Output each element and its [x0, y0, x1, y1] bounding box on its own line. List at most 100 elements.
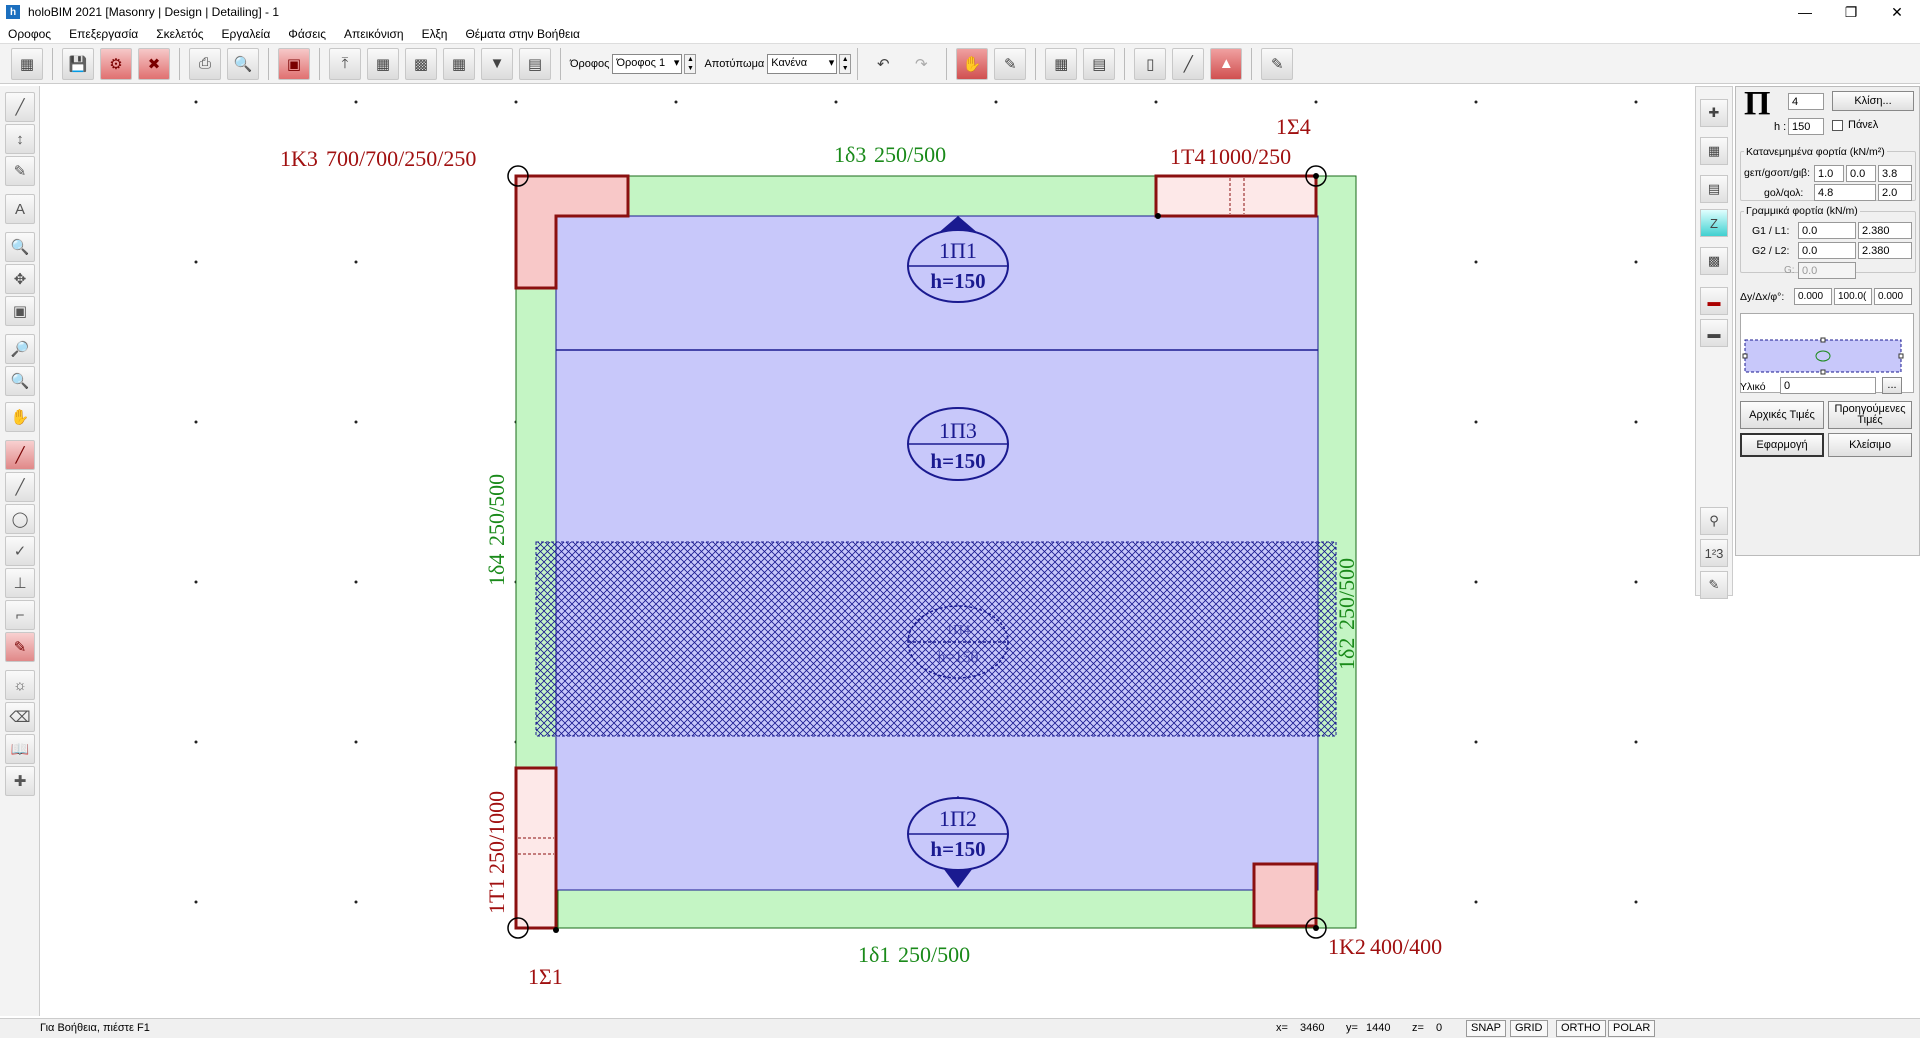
maximize-icon[interactable]: ❐ [1828, 0, 1874, 24]
pencil-icon[interactable]: ✎ [994, 47, 1027, 80]
column-1T1[interactable] [514, 766, 558, 930]
snap-corner-icon[interactable]: ⌐ [5, 600, 35, 630]
apply-button[interactable]: Εφαρμογή [1740, 433, 1824, 457]
g-ib-input[interactable]: 3.8 [1878, 165, 1912, 182]
eraser-icon[interactable]: ⌫ [5, 702, 35, 732]
h-input[interactable]: 150 [1788, 118, 1824, 135]
compact-icon[interactable]: ▬ [1700, 287, 1728, 315]
snap-toggle[interactable]: SNAP [1466, 1020, 1506, 1037]
building-icon[interactable]: ▦ [11, 47, 43, 80]
material-browse-button[interactable]: ... [1882, 377, 1902, 394]
previous-values-button[interactable]: Προηγούμενες Τιμές [1828, 401, 1912, 429]
snap-perpendicular-icon[interactable]: ⊥ [5, 568, 35, 598]
light-icon[interactable]: ☼ [5, 670, 35, 700]
g1-input[interactable]: 0.0 [1798, 222, 1856, 239]
redo-icon[interactable]: ↷ [905, 48, 937, 80]
slope-button[interactable]: Κλίση... [1832, 91, 1914, 111]
close-icon[interactable]: ✕ [1874, 0, 1920, 24]
paint-icon[interactable]: ✎ [1700, 571, 1728, 599]
material-input[interactable]: 0 [1780, 377, 1876, 394]
menu-edit[interactable]: Επεξεργασία [61, 27, 148, 41]
slab-hatch-icon[interactable]: ▩ [1700, 247, 1728, 275]
phi-input[interactable]: 0.000 [1874, 288, 1912, 305]
snap-center-icon[interactable]: ◯ [5, 504, 35, 534]
dimension-icon[interactable]: ↕ [5, 124, 35, 154]
zoom-window-icon[interactable]: 🔍 [5, 232, 35, 262]
menu-phases[interactable]: Φάσεις [280, 27, 336, 41]
snap-line-icon[interactable]: ╱ [5, 440, 35, 470]
l1-input[interactable]: 2.380 [1858, 222, 1912, 239]
floors-icon[interactable]: ▤ [1083, 47, 1116, 80]
dy-input[interactable]: 0.000 [1794, 288, 1832, 305]
grid-toggle[interactable]: GRID [1510, 1020, 1548, 1037]
polar-toggle[interactable]: POLAR [1608, 1020, 1656, 1037]
menu-tools[interactable]: Εργαλεία [214, 27, 281, 41]
draw-line-icon[interactable]: ╱ [5, 92, 35, 122]
beam-icon[interactable]: ╱ [1172, 47, 1205, 80]
move-icon[interactable]: ✚ [5, 766, 35, 796]
pin-icon[interactable]: ⚲ [1700, 507, 1728, 535]
drawing-canvas[interactable]: 1Π1 h=150 1Π3 h=150 1Π4 h=150 1Π2 h=150 … [40, 86, 1695, 1016]
elevation-icon[interactable]: ▤ [519, 47, 551, 80]
plan-view-icon[interactable]: ▣ [278, 47, 310, 80]
close-button[interactable]: Κλείσιμο [1828, 433, 1912, 457]
menu-frame[interactable]: Σκελετός [148, 27, 213, 41]
frame-icon[interactable]: ▦ [443, 47, 475, 80]
zoom-out-icon[interactable]: 🔍 [5, 366, 35, 396]
slab-z-icon[interactable]: Z [1700, 209, 1728, 237]
g-ol-input[interactable]: 4.8 [1814, 184, 1876, 201]
print-preview-icon[interactable]: 🔍 [227, 47, 259, 80]
column-icon[interactable]: ▯ [1134, 47, 1167, 80]
panel-checkbox[interactable] [1832, 119, 1843, 131]
slab-edge-icon[interactable]: ▤ [1700, 175, 1728, 203]
l2-input[interactable]: 2.380 [1858, 242, 1912, 259]
slab-selected-hatch[interactable] [535, 541, 1337, 737]
column-1K2[interactable] [1252, 862, 1318, 928]
menu-view[interactable]: Απεικόνιση [336, 27, 414, 41]
dx-input[interactable]: 100.0( [1834, 288, 1872, 305]
slab-number-input[interactable]: 4 [1788, 93, 1824, 110]
book-icon[interactable]: 📖 [5, 734, 35, 764]
grid-add-icon[interactable]: ▦ [1700, 137, 1728, 165]
snap-midpoint-icon[interactable]: ╱ [5, 472, 35, 502]
imprint-select[interactable]: Κανένα [767, 53, 838, 74]
initial-values-button[interactable]: Αρχικές Τιμές [1740, 401, 1824, 429]
numbering-icon[interactable]: 1²3 [1700, 539, 1728, 567]
q-ol-input[interactable]: 2.0 [1878, 184, 1912, 201]
foundation-icon[interactable]: ▩ [405, 47, 437, 80]
undo-icon[interactable]: ↶ [867, 48, 899, 80]
slab-icon[interactable]: ▲ [1210, 47, 1243, 80]
3d-building-icon[interactable]: ▦ [1045, 47, 1078, 80]
select-hand-icon[interactable]: ✋ [956, 47, 989, 80]
snap-nearest-icon[interactable]: ✎ [5, 632, 35, 662]
g-sop-input[interactable]: 0.0 [1846, 165, 1876, 182]
edit-line-icon[interactable]: ✎ [5, 156, 35, 186]
pan-icon[interactable]: ✥ [5, 264, 35, 294]
settings-icon[interactable]: ⚙ [100, 47, 132, 80]
g-ep-input[interactable]: 1.0 [1814, 165, 1844, 182]
zoom-extents-icon[interactable]: ▣ [5, 296, 35, 326]
g-input[interactable]: 0.0 [1798, 262, 1856, 279]
stairs-icon[interactable]: ✎ [1261, 47, 1294, 80]
print-icon[interactable]: ⎙ [189, 47, 221, 80]
g2-input[interactable]: 0.0 [1798, 242, 1856, 259]
imprint-spinner[interactable]: ▲ ▼ [839, 53, 852, 74]
gross-beton-icon[interactable]: ▦ [367, 47, 399, 80]
floor-spinner[interactable]: ▲ ▼ [684, 53, 697, 74]
panel-checkbox-row[interactable]: Πάνελ [1832, 119, 1878, 131]
column-1T4[interactable] [1154, 174, 1318, 218]
zones-icon[interactable]: ▬ [1700, 319, 1728, 347]
hand-pan-icon[interactable]: ✋ [5, 402, 35, 432]
add-icon[interactable]: ✚ [1700, 99, 1728, 127]
text-icon[interactable]: A [5, 194, 35, 224]
zoom-in-icon[interactable]: 🔎 [5, 334, 35, 364]
menu-help[interactable]: Θέματα στην Βοήθεια [457, 27, 590, 41]
loads-icon[interactable]: ▼ [481, 47, 513, 80]
section-icon[interactable]: ⤒ [329, 47, 361, 80]
save-icon[interactable]: 💾 [62, 47, 94, 80]
floor-select[interactable]: Όροφος 1 [612, 53, 683, 74]
menu-floor[interactable]: Οροφος [0, 27, 61, 41]
minimize-icon[interactable]: — [1782, 0, 1828, 24]
ortho-toggle[interactable]: ORTHO [1556, 1020, 1606, 1037]
menu-check[interactable]: Ελξη [414, 27, 458, 41]
